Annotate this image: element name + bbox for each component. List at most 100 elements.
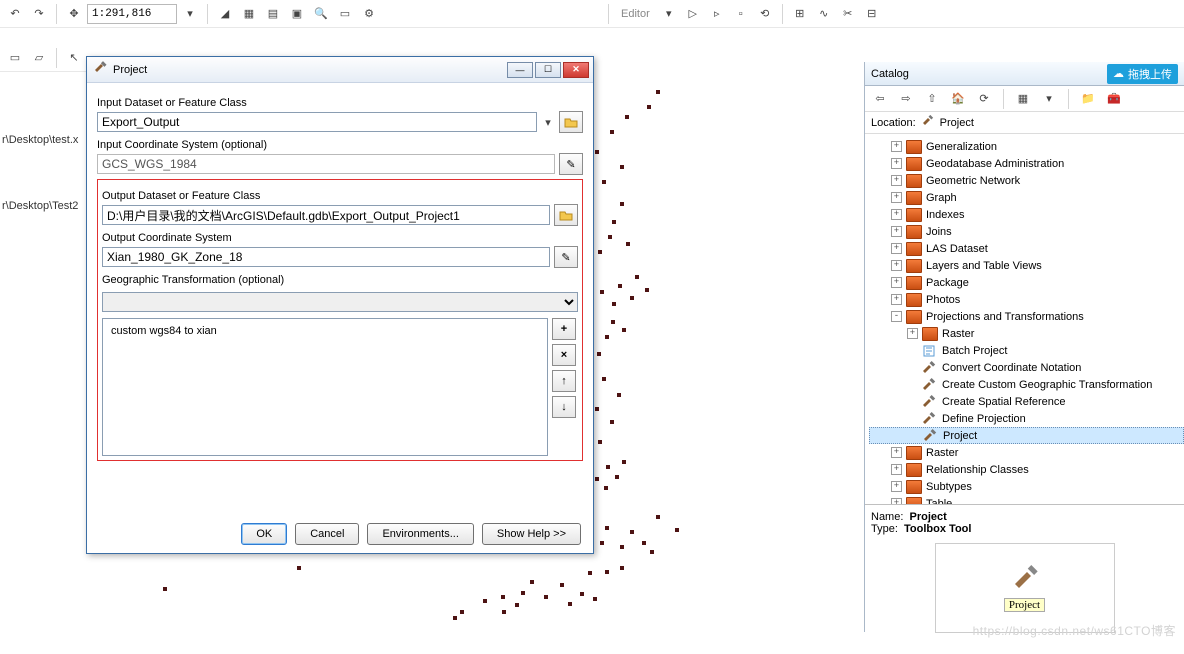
toolbox-icon[interactable]: 🧰 xyxy=(1103,88,1125,110)
toc-fragment: r\Desktop\test.x r\Desktop\Test2 xyxy=(0,130,80,216)
window-icon[interactable]: ▭ xyxy=(334,3,356,25)
cancel-button[interactable]: Cancel xyxy=(295,523,359,545)
tree-item[interactable]: +Table xyxy=(869,495,1184,504)
edit-merge-icon[interactable]: ⊟ xyxy=(861,3,883,25)
tool-icon[interactable]: ◢ xyxy=(214,3,236,25)
expand-icon[interactable]: + xyxy=(907,328,918,339)
expand-icon[interactable]: + xyxy=(891,447,902,458)
ok-button[interactable]: OK xyxy=(241,523,287,545)
edit-tool-icon[interactable]: ▷ xyxy=(682,3,704,25)
browse-input-button[interactable] xyxy=(559,111,583,133)
tree-item[interactable]: +Relationship Classes xyxy=(869,461,1184,478)
tree-item[interactable]: +Package xyxy=(869,274,1184,291)
list-item[interactable]: custom wgs84 to xian xyxy=(111,325,539,337)
expand-icon[interactable]: + xyxy=(891,175,902,186)
expand-icon[interactable]: + xyxy=(891,260,902,271)
layers-icon[interactable]: ▤ xyxy=(262,3,284,25)
edit-snap-icon[interactable]: ⊞ xyxy=(789,3,811,25)
input-cs-props-button[interactable]: ✎ xyxy=(559,153,583,175)
tree-item[interactable]: -Projections and Transformations xyxy=(869,308,1184,325)
tree-item[interactable]: Convert Coordinate Notation xyxy=(869,359,1184,376)
home-icon[interactable]: 🏠 xyxy=(947,88,969,110)
tree-item[interactable]: Project xyxy=(869,427,1184,444)
expand-icon[interactable]: + xyxy=(891,481,902,492)
toc-item[interactable]: r\Desktop\Test2 xyxy=(0,196,80,216)
select-icon[interactable]: ▭ xyxy=(4,47,26,69)
tree-item[interactable]: +Generalization xyxy=(869,138,1184,155)
tree-item[interactable]: Batch Project xyxy=(869,342,1184,359)
tree-item[interactable]: +Joins xyxy=(869,223,1184,240)
tree-item[interactable]: +Indexes xyxy=(869,206,1184,223)
view-dropdown-icon[interactable]: ▾ xyxy=(1038,88,1060,110)
tree-item[interactable]: Create Custom Geographic Transformation xyxy=(869,376,1184,393)
expand-icon[interactable]: - xyxy=(891,311,902,322)
tree-item[interactable]: +Raster xyxy=(869,444,1184,461)
model-icon[interactable]: ⚙ xyxy=(358,3,380,25)
scale-dropdown-icon[interactable]: ▾ xyxy=(179,3,201,25)
location-value[interactable]: Project xyxy=(940,117,974,129)
dialog-titlebar[interactable]: Project — ☐ ✕ xyxy=(87,57,593,83)
output-cs-field[interactable] xyxy=(102,247,550,267)
edit-trace-icon[interactable]: ∿ xyxy=(813,3,835,25)
expand-icon[interactable]: + xyxy=(891,464,902,475)
tree-item[interactable]: +Graph xyxy=(869,189,1184,206)
refresh-icon[interactable]: ⟳ xyxy=(973,88,995,110)
expand-icon[interactable]: + xyxy=(891,226,902,237)
tree-item[interactable]: +Subtypes xyxy=(869,478,1184,495)
back-icon[interactable]: ⇦ xyxy=(869,88,891,110)
geo-trans-select[interactable] xyxy=(102,292,578,312)
remove-button[interactable]: × xyxy=(552,344,576,366)
connect-folder-icon[interactable]: 📁 xyxy=(1077,88,1099,110)
geo-trans-list[interactable]: custom wgs84 to xian xyxy=(102,318,548,456)
table-icon[interactable]: ▦ xyxy=(238,3,260,25)
tree-item[interactable]: +LAS Dataset xyxy=(869,240,1184,257)
tree-item[interactable]: +Photos xyxy=(869,291,1184,308)
redo-icon[interactable]: ↷ xyxy=(28,3,50,25)
output-cs-props-button[interactable]: ✎ xyxy=(554,246,578,268)
tree-item[interactable]: +Raster xyxy=(869,325,1184,342)
minimize-button[interactable]: — xyxy=(507,62,533,78)
expand-icon[interactable]: + xyxy=(891,243,902,254)
pan-icon[interactable]: ✥ xyxy=(63,3,85,25)
editor-dropdown-icon[interactable]: ▾ xyxy=(658,3,680,25)
tree-item[interactable]: +Layers and Table Views xyxy=(869,257,1184,274)
expand-icon[interactable]: + xyxy=(891,277,902,288)
input-dataset-dropdown-icon[interactable]: ▾ xyxy=(541,111,555,133)
catalog-icon[interactable]: ▣ xyxy=(286,3,308,25)
environments-button[interactable]: Environments... xyxy=(367,523,473,545)
browse-output-button[interactable] xyxy=(554,204,578,226)
input-dataset-field[interactable] xyxy=(97,112,537,132)
edit-sketch-icon[interactable]: ▫ xyxy=(730,3,752,25)
fwd-icon[interactable]: ⇨ xyxy=(895,88,917,110)
edit-rotate-icon[interactable]: ⟲ xyxy=(754,3,776,25)
move-up-button[interactable]: ↑ xyxy=(552,370,576,392)
edit-split-icon[interactable]: ✂ xyxy=(837,3,859,25)
maximize-button[interactable]: ☐ xyxy=(535,62,561,78)
up-icon[interactable]: ⇧ xyxy=(921,88,943,110)
tree-item[interactable]: +Geometric Network xyxy=(869,172,1184,189)
upload-button[interactable]: ☁拖拽上传 xyxy=(1107,64,1178,84)
expand-icon[interactable]: + xyxy=(891,498,902,504)
tree-item[interactable]: +Geodatabase Administration xyxy=(869,155,1184,172)
move-down-button[interactable]: ↓ xyxy=(552,396,576,418)
tree-item[interactable]: Define Projection xyxy=(869,410,1184,427)
show-help-button[interactable]: Show Help >> xyxy=(482,523,581,545)
search-icon[interactable]: 🔍 xyxy=(310,3,332,25)
tree-item[interactable]: Create Spatial Reference xyxy=(869,393,1184,410)
edit-vertex-icon[interactable]: ▹ xyxy=(706,3,728,25)
add-button[interactable]: + xyxy=(552,318,576,340)
expand-icon[interactable]: + xyxy=(891,141,902,152)
scale-input[interactable]: 1:291,816 xyxy=(87,4,177,24)
view-icon[interactable]: ▦ xyxy=(1012,88,1034,110)
expand-icon[interactable]: + xyxy=(891,209,902,220)
clear-icon[interactable]: ▱ xyxy=(28,47,50,69)
expand-icon[interactable]: + xyxy=(891,294,902,305)
expand-icon[interactable]: + xyxy=(891,192,902,203)
catalog-tree[interactable]: +Generalization+Geodatabase Administrati… xyxy=(865,134,1184,504)
pointer-icon[interactable]: ↖ xyxy=(63,47,85,69)
expand-icon[interactable]: + xyxy=(891,158,902,169)
output-dataset-field[interactable] xyxy=(102,205,550,225)
toc-item[interactable]: r\Desktop\test.x xyxy=(0,130,80,150)
close-button[interactable]: ✕ xyxy=(563,62,589,78)
undo-icon[interactable]: ↶ xyxy=(4,3,26,25)
